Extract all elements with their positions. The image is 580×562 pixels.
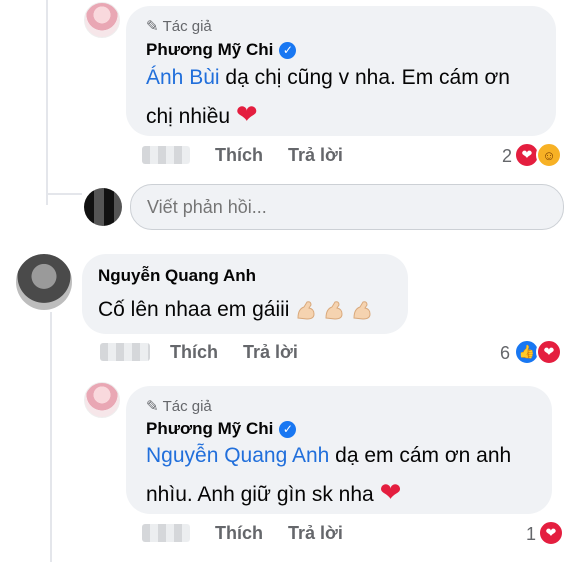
reply-button[interactable]: Trả lời	[288, 523, 343, 544]
reply-button[interactable]: Trả lời	[243, 342, 298, 363]
like-button[interactable]: Thích	[215, 145, 263, 166]
comment-text: nhìu. Anh giữ gìn sk nha ❤	[146, 477, 402, 507]
heart-reaction-icon[interactable]: ❤	[536, 339, 562, 365]
heart-emoji-icon: ❤	[379, 477, 402, 507]
pencil-icon: ✎	[146, 18, 159, 35]
commenter-name[interactable]: Nguyễn Quang Anh	[98, 266, 256, 286]
mention-link[interactable]: Ánh Bùi	[146, 66, 220, 89]
pencil-icon: ✎	[146, 398, 159, 415]
commenter-name[interactable]: Phương Mỹ Chi ✓	[146, 419, 297, 439]
flexed-biceps-emoji-icon	[353, 301, 371, 320]
comment-text: chị nhiều ❤	[146, 99, 258, 129]
current-user-avatar	[84, 188, 122, 226]
avatar[interactable]	[84, 382, 120, 418]
like-button[interactable]: Thích	[215, 523, 263, 544]
heart-emoji-icon: ❤	[235, 99, 258, 129]
like-button[interactable]: Thích	[170, 342, 218, 363]
reply-input[interactable]	[130, 184, 564, 230]
reply-button[interactable]: Trả lời	[288, 145, 343, 166]
care-reaction-icon[interactable]: ☺	[536, 142, 562, 168]
mention-link[interactable]: Nguyễn Quang Anh	[146, 444, 329, 467]
thread-line	[46, 0, 48, 205]
heart-reaction-icon[interactable]: ❤	[538, 520, 564, 546]
timestamp[interactable]	[142, 146, 190, 164]
thread-line	[50, 312, 52, 562]
author-tag: ✎ Tác giả	[146, 397, 212, 416]
flexed-biceps-emoji-icon	[297, 301, 315, 320]
commenter-name[interactable]: Phương Mỹ Chi ✓	[146, 40, 297, 60]
reaction-count[interactable]: 1	[526, 524, 536, 545]
comment-text: Cố lên nhaa em gáiii	[98, 292, 373, 328]
reaction-count[interactable]: 6	[500, 343, 510, 364]
flexed-biceps-emoji-icon	[325, 301, 343, 320]
verified-badge-icon: ✓	[279, 41, 297, 59]
avatar[interactable]	[16, 254, 72, 310]
comment-text: Nguyễn Quang Anh dạ em cám ơn anh	[146, 444, 512, 467]
author-tag: ✎ Tác giả	[146, 17, 212, 36]
thread-line	[48, 193, 82, 195]
timestamp[interactable]	[142, 524, 190, 542]
reaction-count[interactable]: 2	[502, 146, 512, 167]
timestamp[interactable]	[100, 343, 150, 361]
avatar[interactable]	[84, 2, 120, 38]
comment-text: Ánh Bùi dạ chị cũng v nha. Em cám ơn	[146, 66, 510, 89]
verified-badge-icon: ✓	[279, 420, 297, 438]
